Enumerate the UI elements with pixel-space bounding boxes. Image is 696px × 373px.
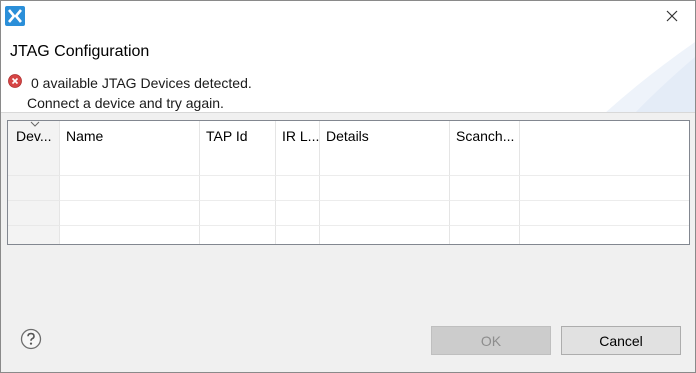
table-cell bbox=[320, 176, 450, 201]
table-cell bbox=[450, 226, 520, 244]
table-cell bbox=[60, 201, 200, 226]
table-cell bbox=[450, 151, 520, 176]
table-cell bbox=[60, 176, 200, 201]
table-cell bbox=[60, 151, 200, 176]
jtag-devices-table[interactable]: Dev... Name TAP Id IR L... Details Scanc… bbox=[7, 120, 690, 245]
table-body bbox=[8, 151, 689, 244]
header-decoration bbox=[605, 42, 695, 113]
table-row[interactable] bbox=[8, 226, 689, 244]
dialog-title: JTAG Configuration bbox=[10, 43, 150, 60]
table-row[interactable] bbox=[8, 176, 689, 201]
error-message: 0 available JTAG Devices detected. bbox=[31, 75, 252, 91]
ok-button[interactable]: OK bbox=[431, 326, 551, 355]
table-cell bbox=[8, 151, 60, 176]
error-icon bbox=[8, 74, 22, 88]
column-header-filler bbox=[520, 121, 689, 151]
app-x-icon bbox=[5, 6, 25, 26]
table-header: Dev... Name TAP Id IR L... Details Scanc… bbox=[8, 121, 689, 151]
sort-down-icon bbox=[30, 121, 40, 127]
table-row[interactable] bbox=[8, 151, 689, 176]
help-icon[interactable] bbox=[20, 328, 42, 350]
header-separator bbox=[1, 112, 695, 113]
table-cell bbox=[276, 151, 320, 176]
table-cell bbox=[200, 201, 276, 226]
column-header-name[interactable]: Name bbox=[60, 121, 200, 151]
table-cell bbox=[520, 201, 689, 226]
table-cell bbox=[320, 226, 450, 244]
cancel-button[interactable]: Cancel bbox=[561, 326, 681, 355]
table-cell bbox=[520, 176, 689, 201]
error-hint: Connect a device and try again. bbox=[27, 95, 224, 111]
table-cell bbox=[276, 176, 320, 201]
table-cell bbox=[200, 226, 276, 244]
table-cell bbox=[8, 176, 60, 201]
table-cell bbox=[276, 201, 320, 226]
column-header-scanchain[interactable]: Scanch... bbox=[450, 121, 520, 151]
table-cell bbox=[520, 226, 689, 244]
column-header-details[interactable]: Details bbox=[320, 121, 450, 151]
close-icon[interactable] bbox=[661, 5, 683, 27]
table-cell bbox=[276, 226, 320, 244]
table-row[interactable] bbox=[8, 201, 689, 226]
table-cell bbox=[320, 151, 450, 176]
table-cell bbox=[450, 176, 520, 201]
table-cell bbox=[200, 151, 276, 176]
jtag-configuration-dialog: JTAG Configuration 0 available JTAG Devi… bbox=[0, 0, 696, 373]
table-cell bbox=[320, 201, 450, 226]
table-cell bbox=[200, 176, 276, 201]
column-header-ir-length[interactable]: IR L... bbox=[276, 121, 320, 151]
column-header-tap-id[interactable]: TAP Id bbox=[200, 121, 276, 151]
table-cell bbox=[450, 201, 520, 226]
table-cell bbox=[60, 226, 200, 244]
title-bar bbox=[1, 1, 695, 32]
table-cell bbox=[8, 226, 60, 244]
table-cell bbox=[8, 201, 60, 226]
column-header-device[interactable]: Dev... bbox=[8, 121, 60, 151]
dialog-header: JTAG Configuration 0 available JTAG Devi… bbox=[1, 32, 695, 113]
table-cell bbox=[520, 151, 689, 176]
